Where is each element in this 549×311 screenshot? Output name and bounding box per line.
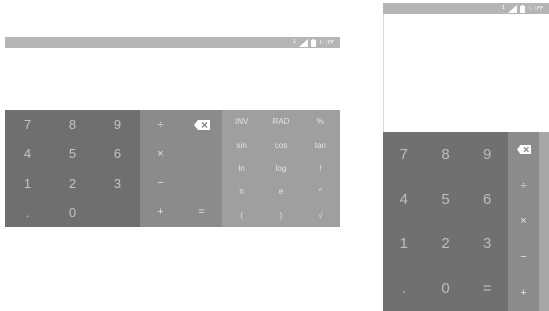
digit-7-button[interactable]: 7 bbox=[383, 132, 425, 177]
log-button[interactable]: log bbox=[261, 157, 300, 180]
divide-button[interactable]: ÷ bbox=[140, 110, 181, 139]
subtract-button[interactable]: − bbox=[508, 239, 539, 275]
battery-icon bbox=[520, 4, 526, 13]
digit-6-button[interactable]: 6 bbox=[466, 177, 508, 222]
cos-button[interactable]: cos bbox=[261, 133, 300, 156]
sim-indicator: 1 bbox=[292, 39, 297, 45]
status-icons: 1 ١٠:٣٣ bbox=[502, 4, 543, 13]
pi-button[interactable]: π bbox=[222, 180, 261, 203]
backspace-button[interactable] bbox=[508, 132, 539, 168]
status-bar: 1 ١٠:٣٣ bbox=[383, 3, 549, 14]
empty-key bbox=[95, 198, 140, 227]
tan-button[interactable]: tan bbox=[301, 133, 340, 156]
digit-9-button[interactable]: 9 bbox=[95, 110, 140, 139]
calculator-screenshots: 1 ١٠:٣٣ 7 8 9 4 5 6 1 2 3 . 0 ÷ × − + = … bbox=[0, 0, 549, 311]
open-paren-button[interactable]: ( bbox=[222, 204, 261, 227]
digit-5-button[interactable]: 5 bbox=[425, 177, 467, 222]
digit-2-button[interactable]: 2 bbox=[425, 222, 467, 267]
add-button[interactable]: + bbox=[140, 198, 181, 227]
digit-1-button[interactable]: 1 bbox=[5, 169, 50, 198]
signal-icon bbox=[508, 4, 518, 13]
radians-button[interactable]: RAD bbox=[261, 110, 300, 133]
sin-button[interactable]: sin bbox=[222, 133, 261, 156]
equals-button[interactable]: = bbox=[466, 266, 508, 311]
divide-button[interactable]: ÷ bbox=[508, 168, 539, 204]
signal-icon bbox=[299, 38, 309, 47]
scientific-pad: INV RAD % sin cos tan ln log ! π e ^ ( )… bbox=[222, 110, 340, 227]
digit-4-button[interactable]: 4 bbox=[383, 177, 425, 222]
digit-9-button[interactable]: 9 bbox=[466, 132, 508, 177]
digit-8-button[interactable]: 8 bbox=[50, 110, 95, 139]
add-button[interactable]: + bbox=[508, 275, 539, 311]
digit-0-button[interactable]: 0 bbox=[425, 266, 467, 311]
factorial-button[interactable]: ! bbox=[301, 157, 340, 180]
portrait-calculator: 1 ١٠:٣٣ 7 8 9 4 5 6 1 2 3 . 0 = ÷ × − + bbox=[383, 3, 549, 311]
digit-5-button[interactable]: 5 bbox=[50, 139, 95, 168]
status-bar: 1 ١٠:٣٣ bbox=[5, 37, 340, 48]
digit-4-button[interactable]: 4 bbox=[5, 139, 50, 168]
empty-key bbox=[181, 139, 222, 168]
multiply-button[interactable]: × bbox=[508, 204, 539, 240]
square-root-button[interactable]: √ bbox=[301, 204, 340, 227]
status-time: ١٠:٣٣ bbox=[528, 5, 543, 12]
digit-1-button[interactable]: 1 bbox=[383, 222, 425, 267]
backspace-icon bbox=[516, 145, 531, 155]
equals-button[interactable]: = bbox=[181, 198, 222, 227]
backspace-icon bbox=[193, 119, 210, 130]
digit-3-button[interactable]: 3 bbox=[466, 222, 508, 267]
calculator-display bbox=[5, 48, 340, 110]
backspace-button[interactable] bbox=[181, 110, 222, 139]
landscape-calculator: 1 ١٠:٣٣ 7 8 9 4 5 6 1 2 3 . 0 ÷ × − + = … bbox=[5, 37, 340, 227]
advanced-panel-handle[interactable] bbox=[539, 132, 549, 311]
digit-2-button[interactable]: 2 bbox=[50, 169, 95, 198]
keypad: 7 8 9 4 5 6 1 2 3 . 0 ÷ × − + = INV RAD … bbox=[5, 110, 340, 227]
empty-key bbox=[181, 169, 222, 198]
multiply-button[interactable]: × bbox=[140, 139, 181, 168]
ln-button[interactable]: ln bbox=[222, 157, 261, 180]
digit-0-button[interactable]: 0 bbox=[50, 198, 95, 227]
operator-pad: ÷ × − + = bbox=[140, 110, 222, 227]
power-button[interactable]: ^ bbox=[301, 180, 340, 203]
digit-8-button[interactable]: 8 bbox=[425, 132, 467, 177]
subtract-button[interactable]: − bbox=[140, 169, 181, 198]
battery-icon bbox=[311, 38, 317, 47]
decimal-point-button[interactable]: . bbox=[5, 198, 50, 227]
close-paren-button[interactable]: ) bbox=[261, 204, 300, 227]
calculator-display bbox=[383, 14, 549, 132]
status-icons: 1 ١٠:٣٣ bbox=[293, 38, 334, 47]
percent-button[interactable]: % bbox=[301, 110, 340, 133]
sim-indicator: 1 bbox=[501, 5, 506, 11]
number-pad: 7 8 9 4 5 6 1 2 3 . 0 bbox=[5, 110, 140, 227]
digit-3-button[interactable]: 3 bbox=[95, 169, 140, 198]
keypad: 7 8 9 4 5 6 1 2 3 . 0 = ÷ × − + bbox=[383, 132, 549, 311]
status-time: ١٠:٣٣ bbox=[319, 39, 334, 46]
digit-7-button[interactable]: 7 bbox=[5, 110, 50, 139]
euler-button[interactable]: e bbox=[261, 180, 300, 203]
decimal-point-button[interactable]: . bbox=[383, 266, 425, 311]
inverse-button[interactable]: INV bbox=[222, 110, 261, 133]
number-pad: 7 8 9 4 5 6 1 2 3 . 0 = bbox=[383, 132, 508, 311]
operator-pad: ÷ × − + bbox=[508, 132, 539, 311]
digit-6-button[interactable]: 6 bbox=[95, 139, 140, 168]
